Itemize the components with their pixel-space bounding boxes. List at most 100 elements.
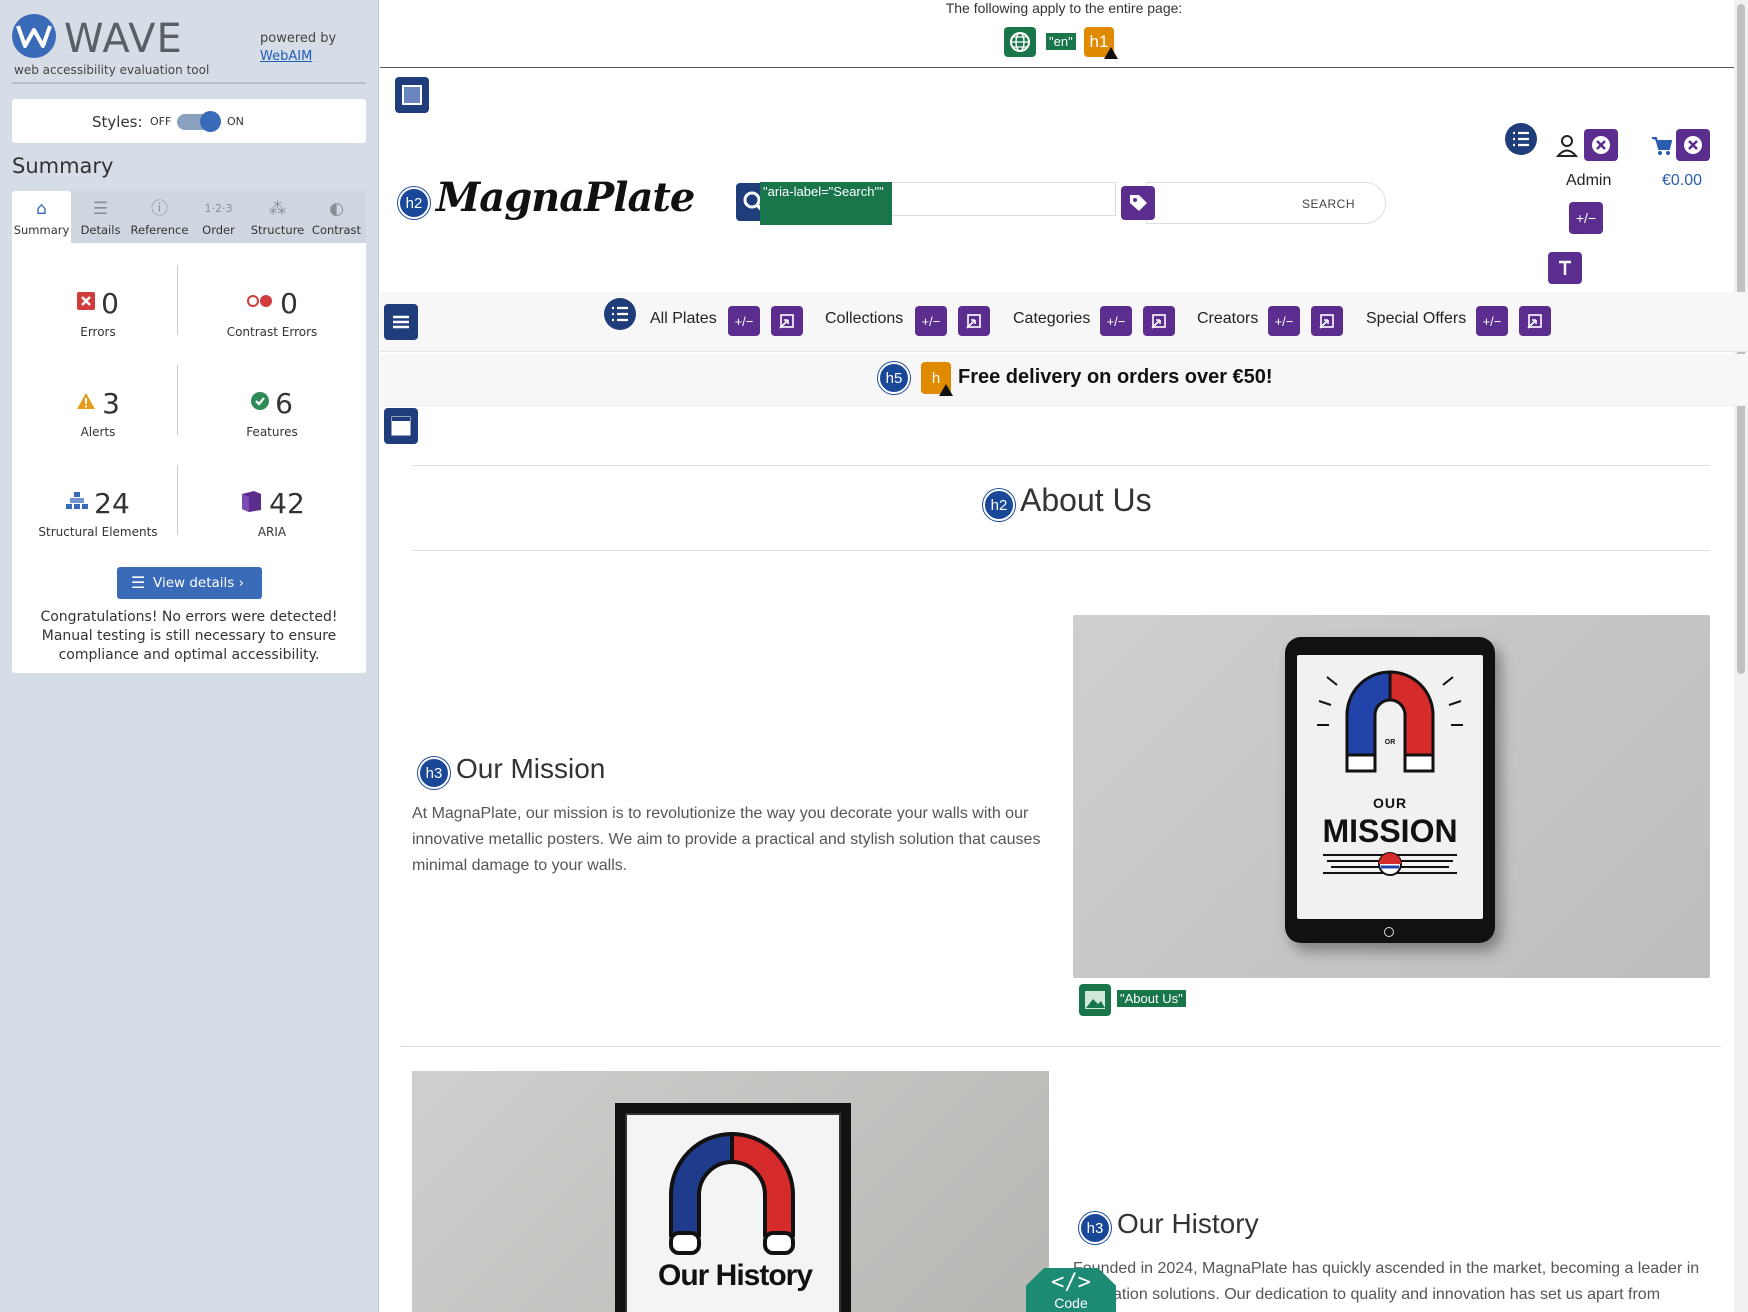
scrollbar[interactable] <box>1734 0 1748 1312</box>
mission-paragraph: At MagnaPlate, our mission is to revolut… <box>412 805 1041 874</box>
site-logo[interactable]: MagnaPlate <box>436 174 695 221</box>
view-details-label: View details › <box>153 575 244 591</box>
search-button-label: SEARCH <box>1301 197 1355 211</box>
page-wide-icons-bar: The following apply to the entire page: … <box>380 0 1748 68</box>
mission-image-word: MISSION <box>1322 813 1458 849</box>
h5-heading-icon[interactable]: h5 <box>878 362 910 394</box>
list-structure-icon[interactable] <box>604 298 636 330</box>
aria-popup-icon[interactable] <box>771 306 803 336</box>
search-button[interactable]: SEARCH <box>1146 182 1386 224</box>
tablet-graphic: OUR MISSION OR <box>1285 637 1495 943</box>
language-label: "en" <box>1046 33 1076 50</box>
aria-expanded-icon[interactable]: +/− <box>915 306 947 336</box>
features-count: 6 <box>275 386 293 420</box>
wave-subtitle: web accessibility evaluation tool <box>14 63 210 77</box>
errors-stat: 0 Errors <box>18 285 178 339</box>
divider <box>12 82 366 84</box>
h2-heading-icon[interactable]: h2 <box>398 187 430 219</box>
promo-banner: h5 h Free delivery on orders over €50! <box>380 354 1748 406</box>
contrast-error-icon <box>246 294 274 313</box>
user-icon[interactable] <box>1555 134 1579 158</box>
aria-hidden-icon[interactable] <box>1584 129 1618 161</box>
about-heading: About Us <box>1020 482 1152 518</box>
nav-collections[interactable]: Collections <box>825 310 903 328</box>
aria-expanded-icon[interactable]: +/− <box>1268 306 1300 336</box>
aria-label-tag-icon[interactable] <box>1121 186 1155 220</box>
main-landmark-icon[interactable] <box>384 408 418 444</box>
divider <box>412 550 1710 551</box>
language-globe-icon[interactable] <box>1004 27 1036 57</box>
alerts-count: 3 <box>102 386 120 420</box>
nav-special-offers[interactable]: Special Offers <box>1366 310 1466 328</box>
frame-poster: Our History <box>625 1113 841 1312</box>
tab-structure[interactable]: ⁂ Structure <box>248 191 307 243</box>
styles-label: Styles: <box>92 113 143 131</box>
tablet-screen: OUR MISSION OR <box>1297 655 1483 919</box>
aria-popup-icon[interactable] <box>958 306 990 336</box>
styles-toggle[interactable] <box>177 111 221 132</box>
admin-link[interactable]: Admin <box>1566 172 1611 190</box>
cart-icon[interactable] <box>1651 136 1673 156</box>
h2-heading-icon[interactable]: h2 <box>983 489 1015 521</box>
promo-text: Free delivery on orders over €50! <box>958 366 1273 388</box>
nav-creators[interactable]: Creators <box>1197 310 1258 328</box>
structure-icon: ⁂ <box>269 199 286 219</box>
summary-panel: 0 Errors 0 Contrast Errors 3 Alerts 6 Fe… <box>12 243 366 673</box>
h3-heading-icon[interactable]: h3 <box>1079 1212 1111 1244</box>
contrast-errors-label: Contrast Errors <box>226 325 318 339</box>
webaim-link[interactable]: WebAIM <box>260 48 336 66</box>
header-landmark-icon[interactable] <box>395 77 429 113</box>
list-structure-icon[interactable] <box>1505 123 1537 155</box>
powered-by: powered by WebAIM <box>260 30 336 66</box>
feature-check-icon <box>251 391 270 415</box>
view-details-button[interactable]: ☰ View details › <box>117 567 262 599</box>
aria-expanded-icon[interactable]: +/− <box>1100 306 1132 336</box>
code-toggle-button[interactable]: </> Code <box>1026 1268 1116 1312</box>
list-icon: ☰ <box>92 199 109 219</box>
navigation-landmark-icon[interactable] <box>384 304 418 340</box>
tab-reference[interactable]: ⓘ Reference <box>130 191 189 243</box>
aria-tabindex-icon[interactable] <box>1548 252 1582 284</box>
image-alt-label: "About Us" <box>1117 990 1186 1007</box>
aria-popup-icon[interactable] <box>1143 306 1175 336</box>
aria-hidden-icon[interactable] <box>1676 129 1710 161</box>
tab-summary[interactable]: ⌂ Summary <box>12 191 71 243</box>
history-image: Our History <box>412 1071 1049 1312</box>
contrast-icon: ◐ <box>329 199 344 219</box>
home-icon: ⌂ <box>36 199 47 219</box>
features-stat: 6 Features <box>192 385 352 440</box>
aria-popup-icon[interactable] <box>1519 306 1551 336</box>
aria-label: ARIA <box>257 525 287 539</box>
warning-icon <box>1104 47 1118 59</box>
aria-cube-icon <box>239 490 263 517</box>
tab-label: Summary <box>13 223 70 237</box>
wave-logo-icon <box>12 14 56 58</box>
history-paragraph: Founded in 2024, MagnaPlate has quickly … <box>1073 1260 1700 1303</box>
aria-label-annotation: "aria-label="Search"" <box>760 182 892 225</box>
styles-toggle-panel: Styles: OFF ON <box>12 99 366 143</box>
divider <box>401 1046 1721 1047</box>
tab-label: Order <box>202 223 235 237</box>
mission-image: OUR MISSION OR <box>1073 615 1710 978</box>
structure-icon <box>66 491 89 515</box>
aria-expanded-icon[interactable]: +/− <box>1569 202 1603 234</box>
aria-expanded-icon[interactable]: +/− <box>1476 306 1508 336</box>
aria-expanded-icon[interactable]: +/− <box>728 306 760 336</box>
tab-label: Details <box>80 223 121 237</box>
tab-order[interactable]: 1·2·3 Order <box>189 191 248 243</box>
alerts-stat: 3 Alerts <box>18 385 178 439</box>
h3-heading-icon[interactable]: h3 <box>418 757 450 789</box>
cart-total[interactable]: €0.00 <box>1662 172 1702 190</box>
toggle-knob <box>200 111 221 132</box>
tab-details[interactable]: ☰ Details <box>71 191 130 243</box>
divider <box>412 465 1710 466</box>
features-label: Features <box>246 425 298 439</box>
image-alt-icon[interactable] <box>1079 984 1111 1016</box>
alerts-label: Alerts <box>80 425 116 439</box>
history-heading: Our History <box>1117 1208 1259 1239</box>
nav-all-plates[interactable]: All Plates <box>650 310 717 328</box>
styles-off-label: OFF <box>150 115 172 128</box>
tab-contrast[interactable]: ◐ Contrast <box>307 191 366 243</box>
aria-popup-icon[interactable] <box>1311 306 1343 336</box>
nav-categories[interactable]: Categories <box>1013 310 1090 328</box>
